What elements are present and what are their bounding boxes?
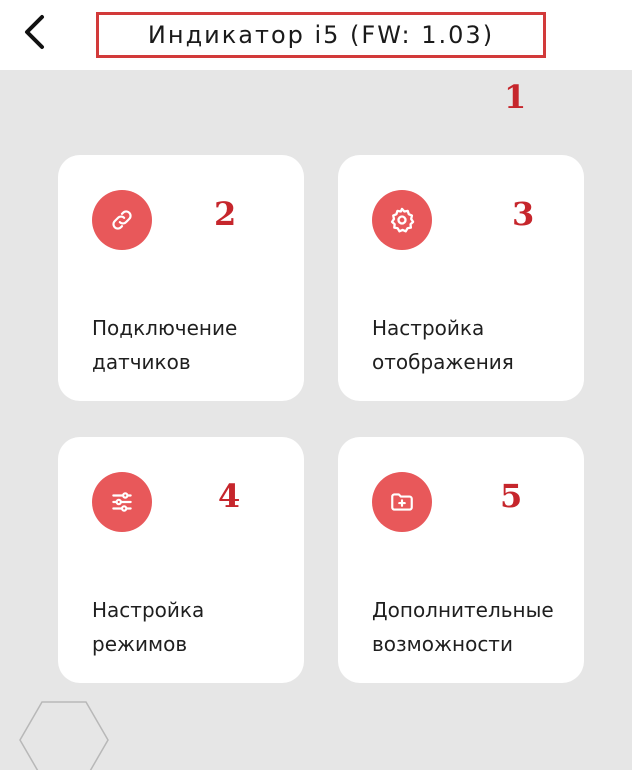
back-button[interactable]: [14, 12, 54, 52]
card-sensor-connection[interactable]: 2 Подключение датчиков: [58, 155, 304, 401]
chevron-left-icon: [25, 15, 44, 49]
card-label: Подключение датчиков: [92, 316, 238, 374]
annotation-5: 5: [500, 477, 523, 515]
annotation-3: 3: [512, 195, 535, 233]
annotation-4: 4: [218, 477, 241, 515]
gear-icon: [390, 207, 415, 233]
title-highlight-box: Индикатор i5 (FW: 1.03): [96, 12, 546, 58]
card-label: Настройка режимов: [92, 598, 205, 656]
folder-plus-icon-badge: [372, 472, 432, 532]
gear-icon-badge: [372, 190, 432, 250]
link-icon: [112, 210, 132, 230]
sliders-icon-badge: [92, 472, 152, 532]
folder-plus-icon: [391, 493, 413, 511]
hexagon-shape: [19, 701, 109, 770]
link-icon-badge: [92, 190, 152, 250]
card-display-settings[interactable]: 3 Настройка отображения: [338, 155, 584, 401]
card-extra-features[interactable]: 5 Дополнительные возможности: [338, 437, 584, 683]
annotation-2: 2: [214, 195, 237, 233]
app-header: Индикатор i5 (FW: 1.03): [0, 0, 632, 70]
annotation-1: 1: [504, 78, 527, 116]
card-mode-settings[interactable]: 4 Настройка режимов: [58, 437, 304, 683]
card-label: Настройка отображения: [372, 316, 514, 374]
card-label: Дополнительные возможности: [372, 598, 554, 656]
page-title: Индикатор i5 (FW: 1.03): [147, 21, 495, 49]
sliders-icon: [112, 492, 132, 512]
